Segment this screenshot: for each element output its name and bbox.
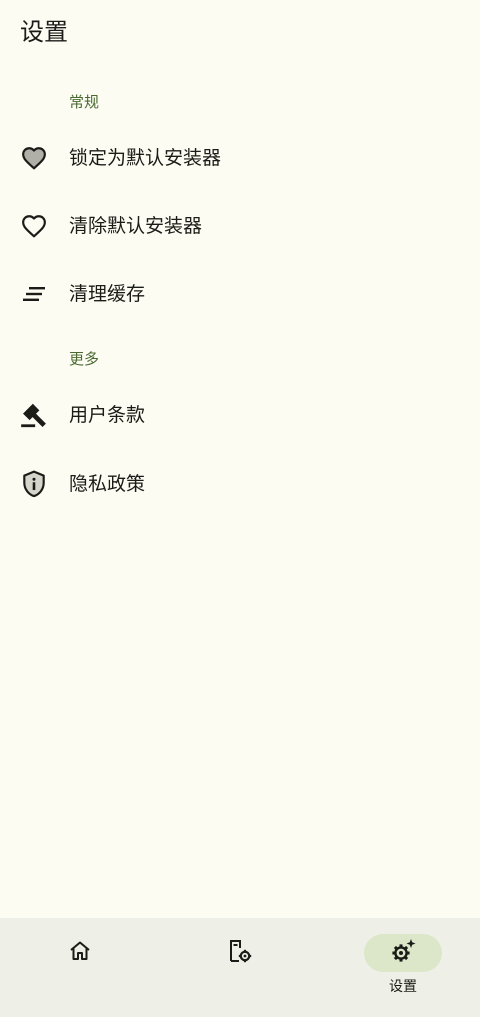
user-terms-item[interactable]: 用户条款 [0,381,480,449]
section-header-general: 常规 [69,93,100,111]
privacy-policy-item[interactable]: 隐私政策 [0,450,480,518]
app-settings-icon [227,938,253,968]
home-icon [68,939,92,967]
settings-screen: 设置 常规 锁定为默认安装器 清除默认安装器 清理缓存 更多 用户条款 隐私政策… [0,0,480,1017]
clear-cache-label: 清理缓存 [69,283,146,305]
nav-app-settings[interactable] [160,918,320,1017]
nav-app-settings-pill [201,934,279,972]
lock-default-installer-item[interactable]: 锁定为默认安装器 [0,124,480,192]
nav-settings-label: 设置 [389,979,417,995]
clear-default-installer-item[interactable]: 清除默认安装器 [0,192,480,260]
clear-default-installer-label: 清除默认安装器 [69,215,203,237]
user-terms-label: 用户条款 [69,404,146,426]
nav-home-pill [41,934,119,972]
settings-sparkle-icon [389,937,417,969]
lock-default-installer-label: 锁定为默认安装器 [69,147,222,169]
page-title: 设置 [20,18,68,46]
nav-home[interactable] [0,918,160,1017]
privacy-policy-label: 隐私政策 [69,473,146,495]
bottom-navigation-bar: 设置 [0,918,480,1017]
heart-outline-icon [20,212,48,240]
clear-cache-item[interactable]: 清理缓存 [0,260,480,328]
privacy-shield-icon [20,470,48,498]
section-header-more: 更多 [69,350,100,368]
gavel-icon [20,401,48,429]
clear-all-icon [20,280,48,308]
nav-settings-pill-active [364,934,442,972]
nav-settings[interactable]: 设置 [323,918,480,1017]
heart-filled-icon [20,144,48,172]
